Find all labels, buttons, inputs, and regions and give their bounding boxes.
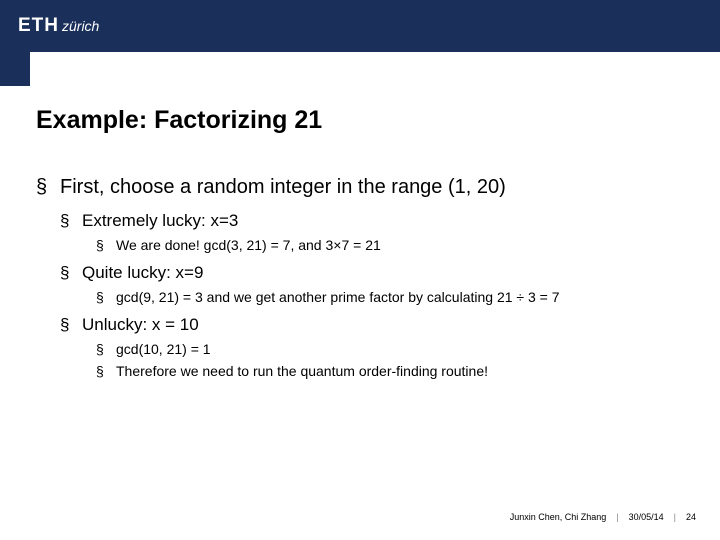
footer-separator: | [616, 512, 618, 522]
logo-zurich-text: zürich [62, 18, 99, 34]
footer-separator: | [674, 512, 676, 522]
footer-authors: Junxin Chen, Chi Zhang [510, 512, 607, 522]
bullet-level2: Extremely lucky: x=3 [60, 211, 702, 231]
bullet-level3: Therefore we need to run the quantum ord… [96, 363, 702, 379]
bullet-level1: First, choose a random integer in the ra… [36, 176, 702, 199]
eth-logo: ETH zürich [18, 15, 99, 37]
header-bar: ETH zürich [0, 0, 720, 52]
bullet-level3: gcd(9, 21) = 3 and we get another prime … [96, 289, 702, 305]
logo-eth-text: ETH [18, 15, 59, 37]
footer-page-number: 24 [686, 512, 696, 522]
bullet-level3: gcd(10, 21) = 1 [96, 341, 702, 357]
bullet-level3: We are done! gcd(3, 21) = 7, and 3×7 = 2… [96, 237, 702, 253]
bullet-level2: Unlucky: x = 10 [60, 315, 702, 335]
side-accent-block [0, 52, 30, 86]
bullet-level2: Quite lucky: x=9 [60, 263, 702, 283]
footer-date: 30/05/14 [629, 512, 664, 522]
slide-footer: Junxin Chen, Chi Zhang | 30/05/14 | 24 [510, 512, 696, 522]
slide-title: Example: Factorizing 21 [36, 106, 322, 135]
slide-content: First, choose a random integer in the ra… [36, 176, 702, 383]
